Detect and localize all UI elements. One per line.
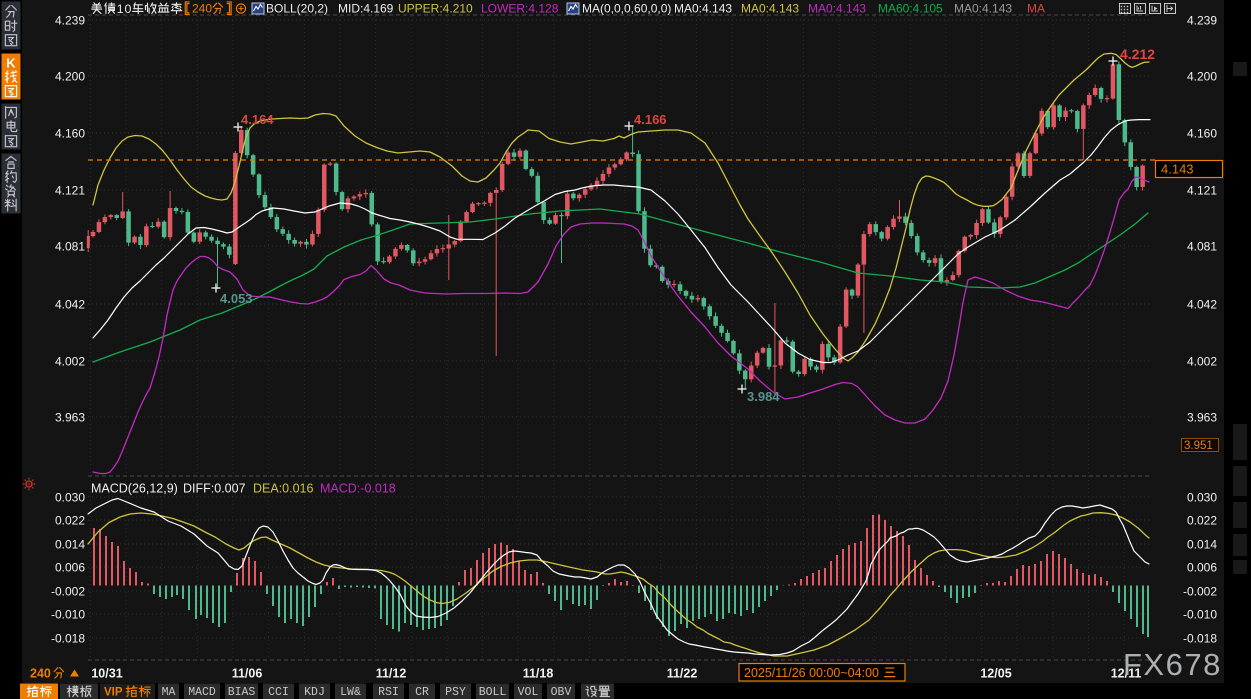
svg-text:3.951: 3.951 [1184,440,1213,452]
svg-text:4.121: 4.121 [1187,184,1217,198]
svg-text:-0.002: -0.002 [1183,585,1217,599]
svg-text:11/06: 11/06 [232,667,263,681]
svg-text:KDJ: KDJ [304,686,325,699]
svg-text:CCI: CCI [268,686,289,699]
svg-text:MA60:4.105: MA60:4.105 [878,2,943,16]
svg-text:4.002: 4.002 [1187,355,1217,369]
svg-text:MA0:4.143: MA0:4.143 [954,2,1012,16]
svg-text:MA0:4.143: MA0:4.143 [808,2,866,16]
svg-text:MACD(26,12,9): MACD(26,12,9) [91,482,178,496]
svg-text:-0.018: -0.018 [51,632,85,646]
svg-text:-0.010: -0.010 [51,608,85,622]
svg-text:0.006: 0.006 [55,561,85,575]
svg-text:4.160: 4.160 [1187,127,1217,141]
svg-text:0.022: 0.022 [1187,514,1217,528]
svg-text:0.006: 0.006 [1187,561,1217,575]
svg-text:DEA:0.016: DEA:0.016 [253,482,314,496]
svg-text:4.081: 4.081 [1187,240,1217,254]
svg-text:4.160: 4.160 [55,127,85,141]
svg-text:MA: MA [162,686,176,699]
svg-text:4.212: 4.212 [1120,46,1155,62]
svg-text:FX678: FX678 [1123,647,1222,682]
svg-text:4.239: 4.239 [55,14,85,28]
svg-text:MACD: MACD [188,686,216,699]
svg-text:-0.018: -0.018 [1183,632,1217,646]
svg-text:10/31: 10/31 [91,667,122,681]
svg-text:4.042: 4.042 [55,298,85,312]
svg-text:4.121: 4.121 [55,184,85,198]
svg-text:0.022: 0.022 [55,514,85,528]
svg-text:240: 240 [30,667,51,681]
svg-text:0.030: 0.030 [1187,491,1217,505]
svg-text:4.164: 4.164 [241,112,274,127]
svg-text:11/18: 11/18 [523,667,554,681]
svg-text:0.014: 0.014 [1187,538,1217,552]
svg-text:MA: MA [1027,2,1045,16]
svg-text:VIP: VIP [104,687,123,699]
svg-text:4.042: 4.042 [1187,298,1217,312]
svg-text:OBV: OBV [551,686,572,699]
svg-text:UPPER:4.210: UPPER:4.210 [398,2,473,16]
svg-text:K: K [6,55,16,70]
svg-text:-0.010: -0.010 [1183,608,1217,622]
svg-text:MID:4.169: MID:4.169 [338,2,394,16]
svg-text:4.002: 4.002 [55,355,85,369]
svg-text:BIAS: BIAS [228,686,256,699]
svg-text:4.166: 4.166 [634,112,667,127]
svg-text:LW&: LW& [340,686,361,699]
svg-text:LOWER:4.128: LOWER:4.128 [481,2,559,16]
svg-text:0.030: 0.030 [55,491,85,505]
svg-text:3.963: 3.963 [55,411,85,425]
svg-text:4.200: 4.200 [55,70,85,84]
svg-text:BOLL: BOLL [479,686,507,699]
svg-text:CR: CR [415,686,429,699]
svg-text:BOLL(20,2): BOLL(20,2) [266,2,328,16]
svg-text:2025/11/26 00:00~04:00: 2025/11/26 00:00~04:00 [744,666,879,680]
svg-text:11/22: 11/22 [667,667,698,681]
svg-text:MACD:-0.018: MACD:-0.018 [320,482,396,496]
svg-text:4.081: 4.081 [55,240,85,254]
svg-text:4.200: 4.200 [1187,70,1217,84]
svg-text:MA0:4.143: MA0:4.143 [674,2,732,16]
svg-text:DIFF:0.007: DIFF:0.007 [183,482,246,496]
svg-text:PSY: PSY [445,686,466,699]
svg-text:MA(0,0,0,60,0,0): MA(0,0,0,60,0,0) [582,2,671,16]
svg-text:RSI: RSI [378,686,399,699]
svg-text:VOL: VOL [518,686,539,699]
svg-text:1: 1 [117,2,124,16]
svg-text:0: 0 [125,2,132,16]
svg-text:3.984: 3.984 [747,389,780,404]
svg-text:4.053: 4.053 [220,291,253,306]
svg-text:4.239: 4.239 [1187,14,1217,28]
svg-text:240: 240 [192,2,212,16]
svg-text:3.963: 3.963 [1187,411,1217,425]
svg-text:12/05: 12/05 [980,667,1011,681]
svg-text:4.143: 4.143 [1161,162,1194,177]
svg-text:MA0:4.143: MA0:4.143 [741,2,799,16]
svg-text:11/12: 11/12 [376,667,407,681]
svg-text:-0.002: -0.002 [51,585,85,599]
svg-text:0.014: 0.014 [55,538,85,552]
